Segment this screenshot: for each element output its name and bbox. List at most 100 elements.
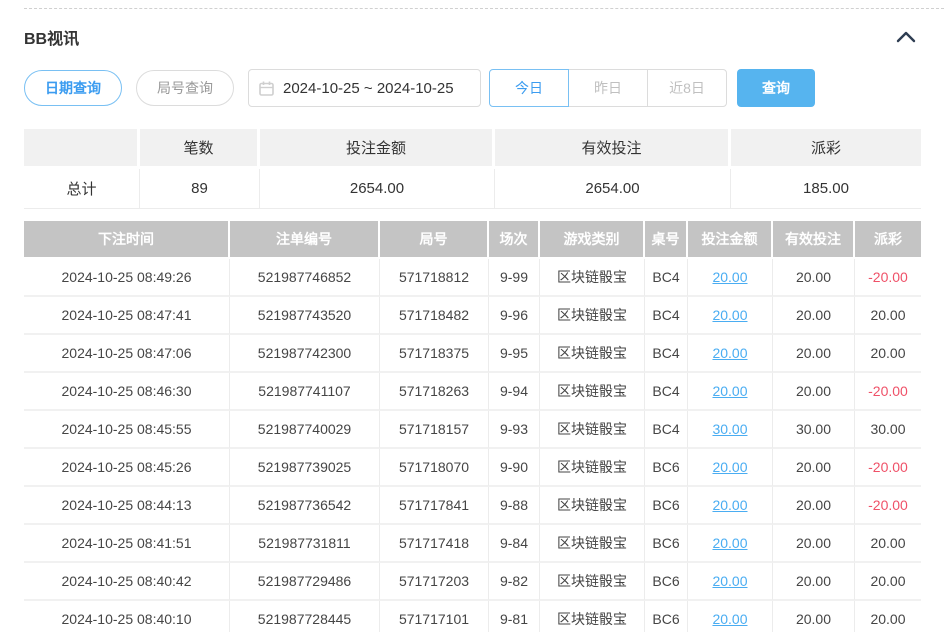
filter-bar: 日期查询 局号查询 2024-10-25 ~ 2024-10-25 今日 昨日 … (24, 69, 952, 107)
table-row: 2024-10-25 08:40:10521987728445571717101… (24, 601, 921, 632)
payout: 20.00 (855, 297, 921, 335)
valid-bet: 30.00 (773, 411, 855, 449)
tab-date-query[interactable]: 日期查询 (24, 70, 122, 106)
col-order-number: 注单编号 (230, 221, 380, 259)
col-payout: 派彩 (855, 221, 921, 259)
order-number: 521987746852 (230, 259, 380, 297)
order-number: 521987740029 (230, 411, 380, 449)
session: 9-84 (489, 525, 540, 563)
bet-amount-link[interactable]: 20.00 (688, 259, 773, 297)
summary-col-empty (24, 129, 140, 169)
game-type: 区块链骰宝 (540, 297, 645, 335)
payout: -20.00 (855, 487, 921, 525)
order-number: 521987728445 (230, 601, 380, 632)
session: 9-96 (489, 297, 540, 335)
valid-bet: 20.00 (773, 525, 855, 563)
payout: 20.00 (855, 601, 921, 632)
table-number: BC4 (645, 373, 688, 411)
table-number: BC4 (645, 297, 688, 335)
summary-col-bet-amount: 投注金额 (260, 129, 495, 169)
valid-bet: 20.00 (773, 297, 855, 335)
bet-amount-link[interactable]: 20.00 (688, 525, 773, 563)
bet-time: 2024-10-25 08:47:41 (24, 297, 230, 335)
game-type: 区块链骰宝 (540, 449, 645, 487)
table-row: 2024-10-25 08:47:41521987743520571718482… (24, 297, 921, 335)
payout: -20.00 (855, 449, 921, 487)
game-type: 区块链骰宝 (540, 601, 645, 632)
table-row: 2024-10-25 08:44:13521987736542571717841… (24, 487, 921, 525)
summary-table: 笔数 投注金额 有效投注 派彩 总计 89 2654.00 2654.00 18… (24, 129, 921, 209)
round-number: 571718157 (380, 411, 489, 449)
bet-amount-link[interactable]: 20.00 (688, 563, 773, 601)
bet-amount-link[interactable]: 20.00 (688, 601, 773, 632)
quick-range-yesterday[interactable]: 昨日 (568, 69, 648, 107)
valid-bet: 20.00 (773, 563, 855, 601)
bet-amount-link[interactable]: 20.00 (688, 449, 773, 487)
tab-round-query[interactable]: 局号查询 (136, 70, 234, 106)
session: 9-99 (489, 259, 540, 297)
payout: 30.00 (855, 411, 921, 449)
total-bet-amount: 2654.00 (260, 169, 495, 209)
col-bet-time: 下注时间 (24, 221, 230, 259)
game-type: 区块链骰宝 (540, 563, 645, 601)
game-type: 区块链骰宝 (540, 411, 645, 449)
quick-range-group: 今日 昨日 近8日 (489, 69, 727, 107)
bet-time: 2024-10-25 08:46:30 (24, 373, 230, 411)
date-range-value: 2024-10-25 ~ 2024-10-25 (283, 80, 454, 97)
bet-amount-link[interactable]: 20.00 (688, 487, 773, 525)
table-number: BC6 (645, 563, 688, 601)
detail-table: 下注时间 注单编号 局号 场次 游戏类别 桌号 投注金额 有效投注 派彩 202… (24, 221, 921, 632)
payout: 20.00 (855, 525, 921, 563)
detail-header-row: 下注时间 注单编号 局号 场次 游戏类别 桌号 投注金额 有效投注 派彩 (24, 221, 921, 259)
bet-time: 2024-10-25 08:40:10 (24, 601, 230, 632)
summary-col-valid-bet: 有效投注 (495, 129, 731, 169)
session: 9-93 (489, 411, 540, 449)
order-number: 521987731811 (230, 525, 380, 563)
table-row: 2024-10-25 08:47:06521987742300571718375… (24, 335, 921, 373)
quick-range-today[interactable]: 今日 (489, 69, 569, 107)
payout: -20.00 (855, 373, 921, 411)
chevron-up-icon[interactable] (896, 31, 916, 43)
bet-amount-link[interactable]: 30.00 (688, 411, 773, 449)
date-range-input[interactable]: 2024-10-25 ~ 2024-10-25 (248, 69, 481, 107)
bet-time: 2024-10-25 08:40:42 (24, 563, 230, 601)
col-bet-amount: 投注金额 (688, 221, 773, 259)
table-number: BC4 (645, 411, 688, 449)
bet-time: 2024-10-25 08:41:51 (24, 525, 230, 563)
quick-range-last8days[interactable]: 近8日 (647, 69, 727, 107)
bet-amount-link[interactable]: 20.00 (688, 335, 773, 373)
detail-table-body: 2024-10-25 08:49:26521987746852571718812… (24, 259, 921, 632)
session: 9-88 (489, 487, 540, 525)
game-type: 区块链骰宝 (540, 525, 645, 563)
game-type: 区块链骰宝 (540, 259, 645, 297)
table-row: 2024-10-25 08:49:26521987746852571718812… (24, 259, 921, 297)
col-table-number: 桌号 (645, 221, 688, 259)
search-button[interactable]: 查询 (737, 69, 815, 107)
total-payout: 185.00 (731, 169, 921, 209)
col-valid-bet: 有效投注 (773, 221, 855, 259)
bet-amount-link[interactable]: 20.00 (688, 297, 773, 335)
bet-amount-link[interactable]: 20.00 (688, 373, 773, 411)
valid-bet: 20.00 (773, 373, 855, 411)
order-number: 521987742300 (230, 335, 380, 373)
order-number: 521987741107 (230, 373, 380, 411)
table-number: BC6 (645, 487, 688, 525)
table-row: 2024-10-25 08:45:55521987740029571718157… (24, 411, 921, 449)
valid-bet: 20.00 (773, 487, 855, 525)
summary-col-payout: 派彩 (731, 129, 921, 169)
valid-bet: 20.00 (773, 601, 855, 632)
game-type: 区块链骰宝 (540, 487, 645, 525)
table-number: BC4 (645, 259, 688, 297)
bet-time: 2024-10-25 08:47:06 (24, 335, 230, 373)
total-label: 总计 (24, 169, 140, 209)
round-number: 571717841 (380, 487, 489, 525)
table-number: BC6 (645, 449, 688, 487)
panel-header: BB视讯 (24, 25, 952, 49)
calendar-icon (259, 81, 274, 96)
payout: -20.00 (855, 259, 921, 297)
round-number: 571717101 (380, 601, 489, 632)
dashed-divider (24, 8, 944, 9)
page-title: BB视讯 (24, 25, 79, 49)
col-game-type: 游戏类别 (540, 221, 645, 259)
round-number: 571718482 (380, 297, 489, 335)
